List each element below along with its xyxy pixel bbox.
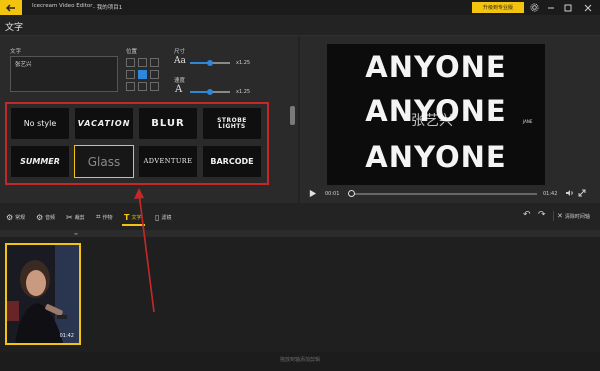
tool-crop-label: 作物 xyxy=(102,214,113,221)
position-label: 位置 xyxy=(126,49,138,55)
audio-settings-icon: ⚙ xyxy=(36,212,44,222)
section-title: 文字 xyxy=(5,23,24,33)
crop-frame-icon: ⌗ xyxy=(96,212,101,221)
crop-icon: ✂ xyxy=(66,212,73,222)
redo-icon[interactable]: ↷ xyxy=(538,210,546,220)
text-T-icon: T xyxy=(124,212,130,222)
text-label: 文字 xyxy=(10,49,22,55)
tool-general-label: 常规 xyxy=(15,214,26,221)
tool-general[interactable]: ⚙ 常规 xyxy=(6,211,25,223)
style-blur[interactable]: BLUR xyxy=(138,107,198,140)
speed-value: x1.25 xyxy=(236,89,251,95)
tool-filter[interactable]: ▯ 滤镜 xyxy=(155,211,171,223)
size-value: x1.25 xyxy=(236,60,251,66)
preview-panel: ANYONE ANYONE ANYONE 张艺兴 JANE 00:01 01:4… xyxy=(300,36,600,203)
clear-timeline-button[interactable]: ✕ 清除时间轴 xyxy=(557,212,590,220)
clip-thumbnail xyxy=(7,245,79,343)
style-adventure[interactable]: ADVENTURE xyxy=(138,145,198,178)
speed-slider[interactable] xyxy=(190,89,230,95)
back-arrow-icon xyxy=(6,4,15,11)
tool-filter-label: 滤镜 xyxy=(161,214,172,221)
styles-highlight-frame: No style VACATION BLUR STROBE LIGHTS SUM… xyxy=(5,102,269,185)
maximize-icon[interactable] xyxy=(562,2,573,13)
timeline[interactable] xyxy=(0,237,600,352)
fullscreen-icon[interactable] xyxy=(577,188,587,198)
tool-text[interactable]: T 文字 xyxy=(124,211,141,223)
timeline-ruler[interactable] xyxy=(0,230,600,237)
tool-audio-label: 音频 xyxy=(45,214,56,221)
seek-bar[interactable] xyxy=(349,193,537,195)
position-middle-left[interactable] xyxy=(126,70,135,79)
clip-duration: 01:42 xyxy=(59,333,74,339)
preview-small-label: JANE xyxy=(523,119,533,124)
position-grid xyxy=(126,58,164,94)
speed-slider-thumb[interactable] xyxy=(207,89,213,95)
position-bottom-center[interactable] xyxy=(138,82,147,91)
tool-trim[interactable]: ✂ 裁剪 xyxy=(66,211,85,223)
style-glass[interactable]: Glass xyxy=(74,145,134,178)
text-settings-panel: 文字 张艺兴 位置 尺寸 Aa x1.25 速度 A x1.25 No styl… xyxy=(0,36,298,203)
font-size-icon: Aa xyxy=(174,56,186,66)
close-icon[interactable] xyxy=(582,2,593,13)
tool-text-label: 文字 xyxy=(131,214,142,221)
filter-icon: ▯ xyxy=(155,212,160,222)
style-summer[interactable]: SUMMER xyxy=(10,145,70,178)
position-bottom-left[interactable] xyxy=(126,82,135,91)
app-window: Icecream Video Editor - 我的项目1 升级到专业版 文字 … xyxy=(0,0,600,371)
upgrade-button[interactable]: 升级到专业版 xyxy=(472,2,524,13)
minimize-icon[interactable] xyxy=(545,2,556,13)
text-input[interactable]: 张艺兴 xyxy=(10,56,118,92)
preview-text-overlay: 张艺兴 xyxy=(411,113,453,129)
position-top-right[interactable] xyxy=(150,58,159,67)
title-bar: Icecream Video Editor - 我的项目1 升级到专业版 xyxy=(0,0,600,15)
panel-scrollbar[interactable] xyxy=(290,106,295,125)
back-button[interactable] xyxy=(0,0,22,15)
undo-icon[interactable]: ↶ xyxy=(523,210,531,220)
seek-thumb[interactable] xyxy=(347,190,355,197)
play-icon[interactable] xyxy=(308,189,317,198)
preview-text-line-1: ANYONE xyxy=(365,50,507,84)
active-tab-indicator xyxy=(122,224,145,226)
current-time: 00:01 xyxy=(325,191,340,197)
text-styles-grid: No style VACATION BLUR STROBE LIGHTS SUM… xyxy=(10,107,262,178)
volume-icon[interactable] xyxy=(564,188,574,198)
ruler-mark: ▬ xyxy=(74,231,78,236)
app-title: Icecream Video Editor xyxy=(32,3,93,9)
total-time: 01:42 xyxy=(543,191,558,197)
status-text: 拖放到轴添加剪辑 xyxy=(279,357,320,363)
style-strobe-lights[interactable]: STROBE LIGHTS xyxy=(202,107,262,140)
toolbar-divider xyxy=(553,211,554,221)
clear-timeline-label: 清除时间轴 xyxy=(564,213,590,220)
speed-icon: A xyxy=(175,84,183,95)
style-vacation[interactable]: VACATION xyxy=(74,107,134,140)
position-center[interactable] xyxy=(138,70,147,79)
gear-icon: ⚙ xyxy=(6,212,14,222)
tool-crop[interactable]: ⌗ 作物 xyxy=(96,211,113,223)
style-no-style[interactable]: No style xyxy=(10,107,70,140)
preview-text-line-3: ANYONE xyxy=(365,140,507,174)
size-slider-thumb[interactable] xyxy=(207,60,213,66)
close-icon: ✕ xyxy=(557,212,563,220)
position-bottom-right[interactable] xyxy=(150,82,159,91)
speed-label: 速度 xyxy=(174,78,186,84)
tool-trim-label: 裁剪 xyxy=(74,214,85,221)
style-barcode[interactable]: BARCODE xyxy=(202,145,262,178)
tool-audio[interactable]: ⚙ 音频 xyxy=(36,211,55,223)
position-middle-right[interactable] xyxy=(150,70,159,79)
gear-icon[interactable] xyxy=(529,2,540,13)
size-label: 尺寸 xyxy=(174,49,186,55)
position-top-left[interactable] xyxy=(126,58,135,67)
position-top-center[interactable] xyxy=(138,58,147,67)
project-title: - 我的项目1 xyxy=(93,5,123,11)
size-slider[interactable] xyxy=(190,60,230,66)
timeline-clip[interactable]: 01:42 xyxy=(5,243,81,345)
editing-toolbar: ⚙ 常规 ⚙ 音频 ✂ 裁剪 ⌗ 作物 T 文字 ▯ 滤镜 xyxy=(0,208,600,226)
video-preview[interactable]: ANYONE ANYONE ANYONE 张艺兴 JANE xyxy=(327,44,545,185)
